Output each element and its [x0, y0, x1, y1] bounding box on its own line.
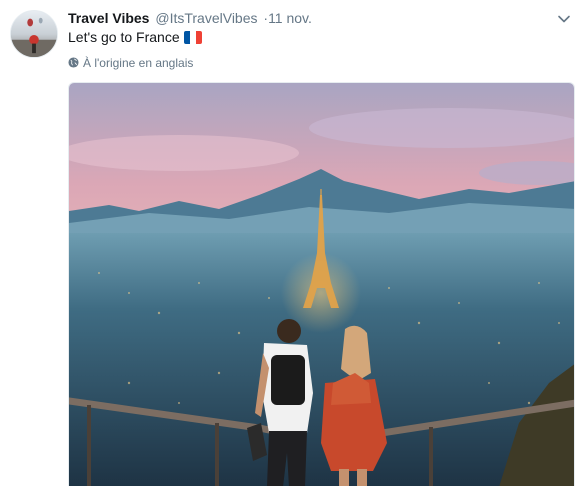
france-flag-icon	[183, 31, 202, 44]
author-handle[interactable]: @ItsTravelVibes	[155, 10, 257, 26]
tweet-media-image[interactable]	[68, 82, 575, 486]
photo-eiffel-tower-couple	[69, 83, 574, 486]
timestamp[interactable]: 11 nov.	[268, 10, 312, 26]
tweet-text-content: Let's go to France	[68, 29, 180, 45]
globe-icon	[68, 57, 79, 68]
avatar[interactable]	[10, 10, 58, 58]
tweet: Travel Vibes @ItsTravelVibes ·11 nov. Le…	[0, 0, 583, 486]
chevron-down-icon	[558, 15, 570, 23]
translate-link[interactable]: À l'origine en anglais	[68, 55, 193, 71]
translate-label: À l'origine en anglais	[83, 56, 194, 70]
author-name[interactable]: Travel Vibes	[68, 10, 149, 26]
tweet-header: Travel Vibes @ItsTravelVibes ·11 nov.	[68, 9, 553, 27]
avatar-image	[11, 11, 57, 57]
tweet-menu-button[interactable]	[557, 12, 571, 26]
tweet-text: Let's go to France	[68, 28, 202, 46]
